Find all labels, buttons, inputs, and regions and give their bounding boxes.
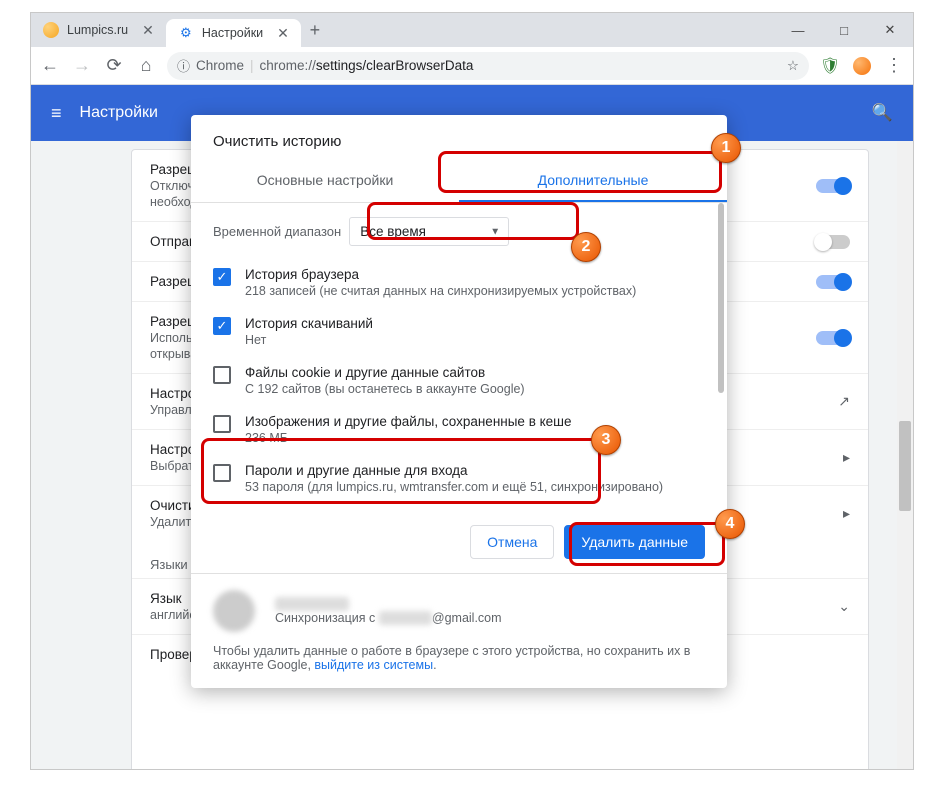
home-button[interactable]: ⌂ [135,55,157,77]
gear-icon: ⚙ [178,25,194,41]
chevron-down-icon: ▼ [490,226,500,237]
window-controls: — □ ✕ [775,13,913,47]
protocol-label: Chrome [196,58,244,73]
sync-user-row: ████ ████ Синхронизация с ██████@gmail.c… [213,590,705,632]
cancel-button[interactable]: Отмена [470,525,554,559]
forward-button[interactable]: → [71,55,93,77]
time-range-label: Временной диапазон [213,224,341,239]
footer-note: Чтобы удалить данные о работе в браузере… [213,644,705,672]
star-icon[interactable]: ☆ [787,58,799,74]
menu-button[interactable]: ⋮ [883,55,905,77]
tab-basic[interactable]: Основные настройки [191,160,459,202]
tab-label: Настройки [202,26,263,40]
back-button[interactable]: ← [39,55,61,77]
tab-lumpics[interactable]: Lumpics.ru ✕ [31,13,166,47]
option-browsing-history[interactable]: ✓ История браузера218 записей (не считая… [213,258,705,307]
toolbar: ← → ⟳ ⌂ ⓘ Chrome | chrome://settings/cle… [31,47,913,85]
close-button[interactable]: ✕ [867,13,913,47]
option-passwords[interactable]: Пароли и другие данные для входа53 парол… [213,454,705,503]
clear-data-dialog: Очистить историю Основные настройки Допо… [191,115,727,688]
dialog-footer: ████ ████ Синхронизация с ██████@gmail.c… [191,573,727,688]
content-area: ≡ Настройки 🔍 РазрешитьОтключитьнеобходи… [31,85,913,769]
time-range-row: Временной диапазон Все время ▼ [213,217,705,246]
tab-close-icon[interactable]: ✕ [142,22,154,39]
checkbox[interactable] [213,366,231,384]
maximize-button[interactable]: □ [821,13,867,47]
modal-backdrop: Очистить историю Основные настройки Допо… [31,85,913,769]
dialog-tabs: Основные настройки Дополнительные [191,160,727,203]
dialog-title: Очистить историю [191,115,727,160]
titlebar: Lumpics.ru ✕ ⚙ Настройки ✕ + — □ ✕ [31,13,913,47]
user-name-masked: ████ ████ [275,597,349,611]
favicon-lumpics [43,22,59,38]
shield-icon[interactable]: 🛡 [819,55,841,77]
minimize-button[interactable]: — [775,13,821,47]
dialog-scroll-thumb[interactable] [718,203,724,393]
checkbox[interactable] [213,415,231,433]
sign-out-link[interactable]: выйдите из системы [314,658,433,672]
dialog-body: Временной диапазон Все время ▼ ✓ История… [191,203,727,511]
option-cached-images[interactable]: Изображения и другие файлы, сохраненные … [213,405,705,454]
tab-label: Lumpics.ru [67,23,128,37]
browser-window: Lumpics.ru ✕ ⚙ Настройки ✕ + — □ ✕ ← → ⟳… [30,12,914,770]
avatar [213,590,255,632]
reload-button[interactable]: ⟳ [103,55,125,77]
option-cookies[interactable]: Файлы cookie и другие данные сайтовС 192… [213,356,705,405]
address-bar[interactable]: ⓘ Chrome | chrome://settings/clearBrowse… [167,52,809,80]
delete-data-button[interactable]: Удалить данные [564,525,705,559]
checkbox[interactable]: ✓ [213,268,231,286]
tab-settings[interactable]: ⚙ Настройки ✕ [166,19,301,47]
tab-advanced[interactable]: Дополнительные [459,160,727,202]
dialog-scrollbar[interactable] [718,203,724,473]
checkbox[interactable] [213,464,231,482]
email-masked: ██████ [379,611,432,625]
time-range-select[interactable]: Все время ▼ [349,217,509,246]
extension-icon[interactable] [851,55,873,77]
checkbox[interactable]: ✓ [213,317,231,335]
dialog-actions: Отмена Удалить данные [191,511,727,573]
option-download-history[interactable]: ✓ История скачиванийНет [213,307,705,356]
url-text: chrome://settings/clearBrowserData [260,58,474,73]
new-tab-button[interactable]: + [301,13,329,47]
info-icon: ⓘ [177,56,190,75]
tab-close-icon[interactable]: ✕ [277,25,289,42]
